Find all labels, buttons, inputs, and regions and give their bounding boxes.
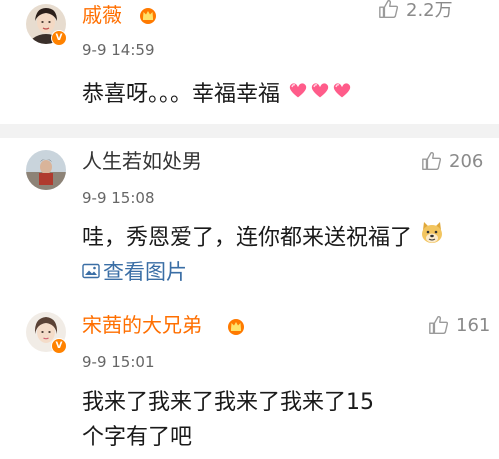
image-icon (82, 263, 100, 279)
like-button[interactable]: 161 (428, 313, 490, 337)
username[interactable]: 戚薇 (82, 3, 122, 27)
like-button[interactable]: 206 (421, 149, 483, 173)
comment-item: V 戚薇 2.2万 9-9 14:59 恭喜呀。。。幸福幸福 (0, 0, 499, 122)
like-count: 2.2万 (406, 0, 453, 21)
username[interactable]: 宋茜的大兄弟 (82, 313, 202, 337)
avatar[interactable] (26, 150, 66, 190)
crown-badge-icon (140, 8, 156, 24)
comment-text-line-1: 我来了我来了我来了我来了15 (82, 390, 374, 415)
username[interactable]: 人生若如处男 (82, 149, 202, 173)
thumb-up-icon (422, 151, 442, 170)
timestamp: 9-9 15:01 (82, 353, 155, 371)
timestamp: 9-9 15:08 (82, 189, 155, 207)
comment-text-content: 哇，秀恩爱了，连你都来送祝福了 (82, 225, 413, 251)
crown-badge-icon (228, 319, 244, 335)
section-divider (0, 124, 499, 138)
thumb-up-icon (379, 0, 399, 18)
thumb-up-icon (429, 315, 449, 334)
verified-v-icon: V (51, 30, 67, 46)
comment-text-content: 恭喜呀。。。幸福幸福 (82, 82, 281, 107)
timestamp: 9-9 14:59 (82, 41, 155, 59)
view-image-label: 查看图片 (103, 260, 187, 284)
heart-emoji (287, 78, 309, 112)
comment-item: 人生若如处男 206 9-9 15:08 哇，秀恩爱了，连你都来送祝福了 查看图… (0, 138, 499, 298)
verified-v-icon: V (51, 338, 67, 354)
view-image-link[interactable]: 查看图片 (82, 256, 187, 286)
comment-text-line-2: 个字有了吧 (82, 425, 193, 450)
doge-emoji (419, 220, 445, 257)
comment-text: 哇，秀恩爱了，连你都来送祝福了 (82, 220, 445, 257)
comment-list: V 戚薇 2.2万 9-9 14:59 恭喜呀。。。幸福幸福 人生若如处男 20… (0, 0, 499, 459)
like-count: 161 (456, 314, 491, 336)
like-button[interactable]: 2.2万 (378, 0, 453, 21)
heart-emoji (309, 78, 331, 112)
comment-text: 恭喜呀。。。幸福幸福 (82, 78, 353, 112)
like-count: 206 (449, 150, 484, 172)
heart-emoji (331, 78, 353, 112)
comment-item: V 宋茜的大兄弟 161 9-9 15:01 我来了我来了我来了我来了15 个字… (0, 302, 499, 459)
